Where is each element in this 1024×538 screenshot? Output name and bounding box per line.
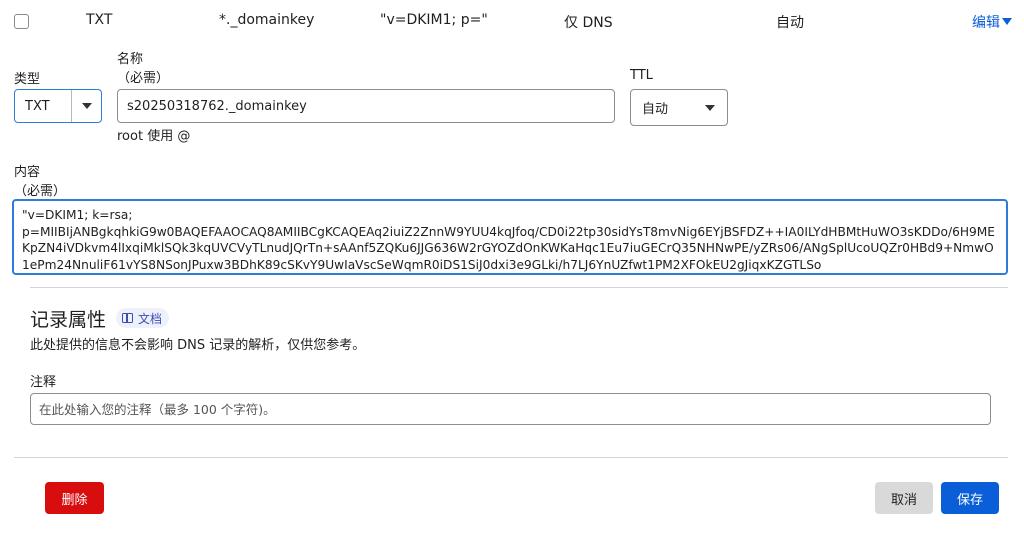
type-select-toggle[interactable] bbox=[71, 90, 101, 122]
chevron-down-icon bbox=[705, 104, 715, 111]
book-icon bbox=[122, 313, 133, 323]
record-proxy-status-cell: 仅 DNS bbox=[564, 15, 613, 31]
documentation-link[interactable]: 文档 bbox=[116, 308, 170, 328]
name-label: 名称 bbox=[117, 52, 144, 67]
name-hint: root 使用 @ bbox=[117, 129, 191, 144]
ttl-select[interactable]: 自动 bbox=[630, 89, 728, 126]
record-name-cell: *._domainkey bbox=[219, 12, 315, 28]
delete-button[interactable]: 删除 bbox=[45, 482, 104, 514]
ttl-select-value: 自动 bbox=[642, 102, 669, 117]
documentation-label: 文档 bbox=[138, 311, 163, 326]
record-attributes-title: 记录属性 bbox=[30, 309, 107, 331]
ttl-label: TTL bbox=[630, 68, 653, 83]
chevron-down-icon bbox=[81, 103, 92, 109]
record-content-cell: "v=DKIM1; p=" bbox=[380, 12, 488, 28]
section-divider bbox=[30, 287, 1008, 288]
edit-menu-toggle[interactable]: 编辑 bbox=[972, 12, 1012, 32]
notes-input[interactable] bbox=[30, 393, 991, 425]
triangle-down-icon bbox=[1002, 18, 1012, 25]
notes-label: 注释 bbox=[30, 375, 57, 390]
type-select[interactable]: TXT bbox=[14, 89, 102, 123]
content-label: 内容 bbox=[14, 165, 41, 180]
footer-divider bbox=[14, 457, 1008, 458]
type-label: 类型 bbox=[14, 72, 41, 87]
content-required-note: （必需） bbox=[14, 184, 67, 199]
record-select-checkbox[interactable] bbox=[14, 14, 29, 29]
name-input[interactable] bbox=[117, 89, 615, 123]
record-type-cell: TXT bbox=[86, 12, 113, 28]
edit-label: 编辑 bbox=[972, 15, 1000, 31]
content-textarea[interactable]: "v=DKIM1; k=rsa; p=MIIBIjANBgkqhkiG9w0BA… bbox=[12, 199, 1008, 275]
save-button[interactable]: 保存 bbox=[941, 482, 999, 514]
type-select-value: TXT bbox=[25, 98, 50, 114]
name-required-note: （必需） bbox=[117, 71, 170, 86]
record-ttl-cell: 自动 bbox=[776, 15, 804, 31]
record-attributes-description: 此处提供的信息不会影响 DNS 记录的解析，仅供您参考。 bbox=[30, 338, 366, 353]
cancel-button[interactable]: 取消 bbox=[875, 482, 933, 514]
